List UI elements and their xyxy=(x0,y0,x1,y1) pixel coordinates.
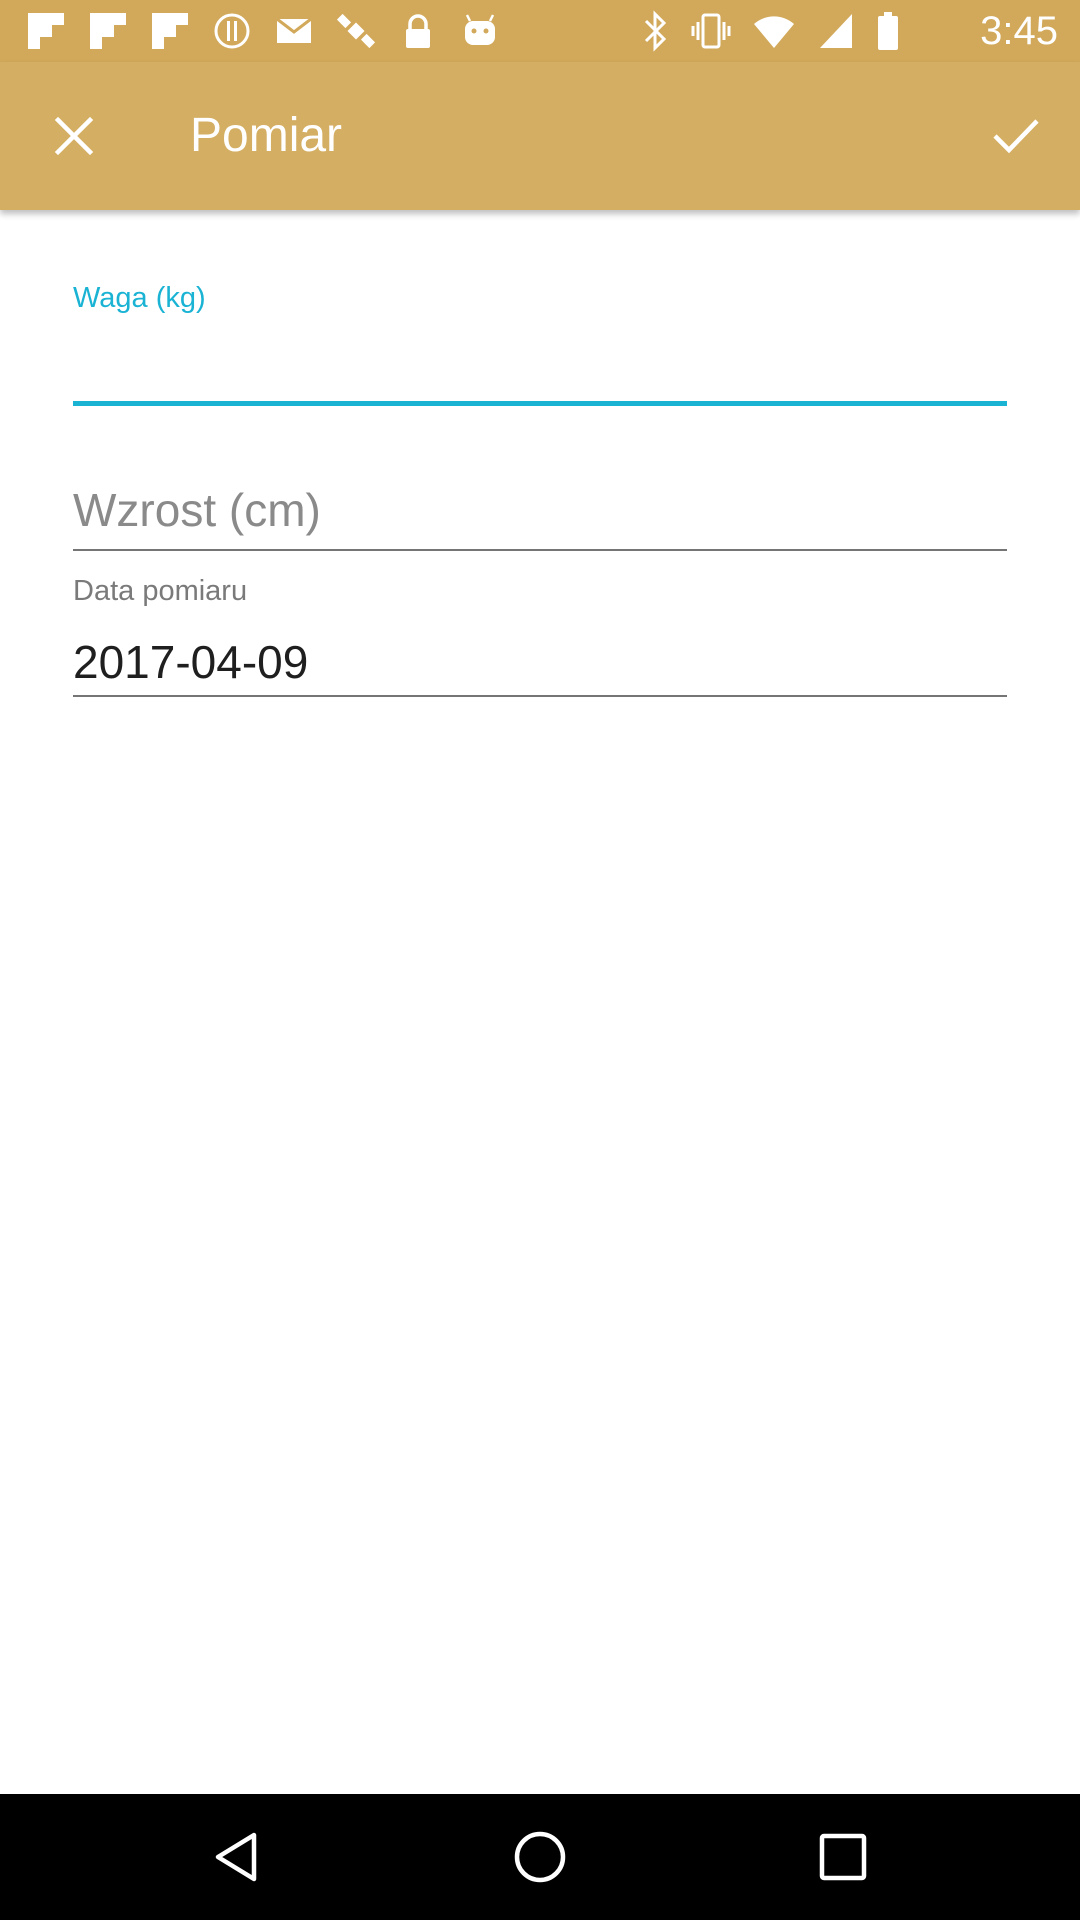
confirm-button[interactable] xyxy=(978,100,1054,172)
wifi-icon xyxy=(754,16,794,48)
status-clock: 3:45 xyxy=(980,9,1058,53)
back-triangle-icon xyxy=(215,1832,257,1882)
weight-field: Waga (kg) xyxy=(73,270,1007,410)
date-label: Data pomiaru xyxy=(73,575,248,607)
notification-icons xyxy=(26,10,500,52)
check-icon xyxy=(993,119,1039,154)
navigation-bar xyxy=(0,1794,1080,1920)
flipboard-icon xyxy=(152,13,188,49)
height-underline xyxy=(73,549,1007,551)
height-field xyxy=(73,470,1007,555)
close-icon xyxy=(54,116,94,156)
signal-icon xyxy=(820,14,852,48)
date-value[interactable]: 2017-04-09 xyxy=(73,632,308,692)
mail-icon xyxy=(276,17,312,43)
system-icons xyxy=(640,10,900,52)
vibrate-icon xyxy=(691,13,731,49)
status-bar: 3:45 xyxy=(0,0,1080,62)
close-button[interactable] xyxy=(38,100,110,172)
flipboard-icon xyxy=(28,13,64,49)
height-input[interactable] xyxy=(73,480,1007,540)
lock-icon xyxy=(406,14,430,48)
android-icon xyxy=(465,14,495,45)
weight-underline xyxy=(73,401,1007,406)
back-button[interactable] xyxy=(208,1827,268,1887)
weight-label: Waga (kg) xyxy=(73,282,206,314)
app-bar: Pomiar xyxy=(0,62,1080,210)
date-underline xyxy=(73,695,1007,697)
flipboard-icon xyxy=(90,13,126,49)
home-button[interactable] xyxy=(510,1827,570,1887)
recents-square-icon xyxy=(819,1833,867,1881)
bluetooth-icon xyxy=(644,10,667,52)
satellite-icon xyxy=(336,13,376,49)
date-field: Data pomiaru 2017-04-09 xyxy=(73,570,1007,700)
recents-button[interactable] xyxy=(813,1827,873,1887)
battery-icon xyxy=(878,12,898,50)
page-title: Pomiar xyxy=(190,109,343,162)
home-circle-icon xyxy=(514,1831,566,1883)
weight-input[interactable] xyxy=(73,332,1007,402)
alert-circle-icon xyxy=(214,13,250,49)
